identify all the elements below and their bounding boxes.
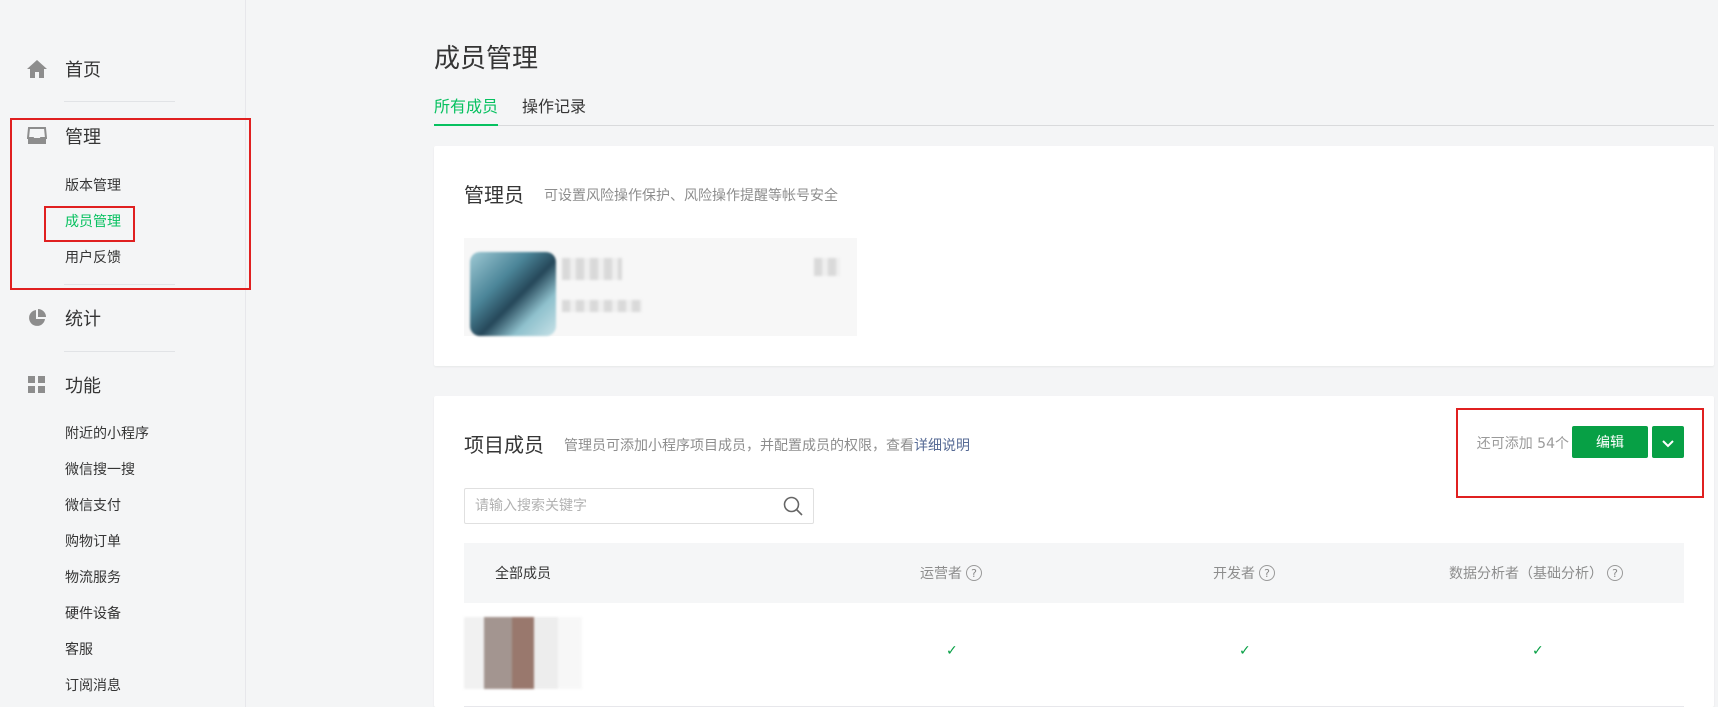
question-icon[interactable]: ?: [1607, 565, 1623, 581]
members-title: 项目成员: [464, 433, 544, 457]
check-icon: ✓: [946, 643, 958, 659]
tab-operation-log[interactable]: 操作记录: [522, 96, 586, 118]
nav-features[interactable]: 功能: [26, 371, 101, 399]
nav-home[interactable]: 首页: [26, 55, 101, 83]
details-link[interactable]: 详细说明: [914, 438, 970, 454]
column-operator: 运营者 ?: [920, 543, 982, 603]
tab-all-members[interactable]: 所有成员: [434, 96, 498, 118]
nav-stats-label: 统计: [65, 309, 101, 330]
tab-bar: 所有成员 操作记录: [434, 96, 1714, 126]
highlight-edit-box: [1456, 408, 1704, 498]
search-icon[interactable]: [783, 496, 803, 520]
redacted-name: [562, 258, 622, 280]
divider: [64, 101, 175, 102]
check-icon: ✓: [1532, 643, 1544, 659]
search-box: [464, 488, 814, 524]
members-table-header: 全部成员 运营者 ? 开发者 ? 数据分析者（基础分析） ?: [464, 543, 1684, 603]
grid-icon: [26, 374, 48, 396]
admin-profile: [464, 238, 857, 336]
nav-home-label: 首页: [65, 60, 101, 81]
divider: [64, 351, 175, 352]
home-icon: [26, 58, 48, 80]
members-card: 项目成员 管理员可添加小程序项目成员，并配置成员的权限，查看详细说明 还可添加 …: [434, 396, 1714, 707]
check-icon: ✓: [1239, 643, 1251, 659]
sidebar-item-hardware[interactable]: 硬件设备: [65, 604, 121, 624]
column-label: 运营者: [920, 566, 962, 582]
sidebar-item-logistics[interactable]: 物流服务: [65, 568, 121, 588]
sidebar-item-service[interactable]: 客服: [65, 640, 93, 660]
redacted-action[interactable]: [814, 258, 840, 276]
question-icon[interactable]: ?: [1259, 565, 1275, 581]
page-title: 成员管理: [434, 44, 539, 74]
column-data-analyst: 数据分析者（基础分析） ?: [1449, 543, 1623, 603]
sidebar-item-orders[interactable]: 购物订单: [65, 532, 121, 552]
column-label: 开发者: [1213, 566, 1255, 582]
nav-features-label: 功能: [65, 376, 101, 397]
admin-title: 管理员: [464, 183, 524, 207]
table-row: ✓ ✓ ✓: [464, 603, 1684, 707]
sidebar-item-pay[interactable]: 微信支付: [65, 496, 121, 516]
highlight-members-box: [44, 206, 135, 242]
active-tab-indicator: [434, 124, 498, 126]
avatar: [464, 617, 582, 689]
column-label: 数据分析者（基础分析）: [1449, 566, 1603, 582]
nav-stats[interactable]: 统计: [26, 304, 101, 332]
sidebar-item-subscribe[interactable]: 订阅消息: [65, 676, 121, 696]
members-desc-text: 管理员可添加小程序项目成员，并配置成员的权限，查看: [564, 438, 914, 454]
members-desc: 管理员可添加小程序项目成员，并配置成员的权限，查看详细说明: [564, 435, 970, 455]
column-all-members[interactable]: 全部成员: [495, 543, 551, 603]
column-label: 全部成员: [495, 566, 551, 582]
sidebar: 首页 管理 版本管理 成员管理 用户反馈 统计 功能 附近的小程序 微信搜一搜 …: [0, 0, 251, 707]
sidebar-item-nearby[interactable]: 附近的小程序: [65, 424, 149, 444]
redacted-id: [562, 300, 642, 312]
question-icon[interactable]: ?: [966, 565, 982, 581]
pie-chart-icon: [26, 307, 48, 329]
highlight-manage-box: [10, 118, 251, 290]
admin-desc: 可设置风险操作保护、风险操作提醒等帐号安全: [544, 188, 838, 204]
avatar: [470, 252, 556, 336]
sidebar-item-search[interactable]: 微信搜一搜: [65, 460, 135, 480]
column-developer: 开发者 ?: [1213, 543, 1275, 603]
admin-card: 管理员 可设置风险操作保护、风险操作提醒等帐号安全: [434, 146, 1714, 366]
search-input[interactable]: [475, 489, 765, 523]
